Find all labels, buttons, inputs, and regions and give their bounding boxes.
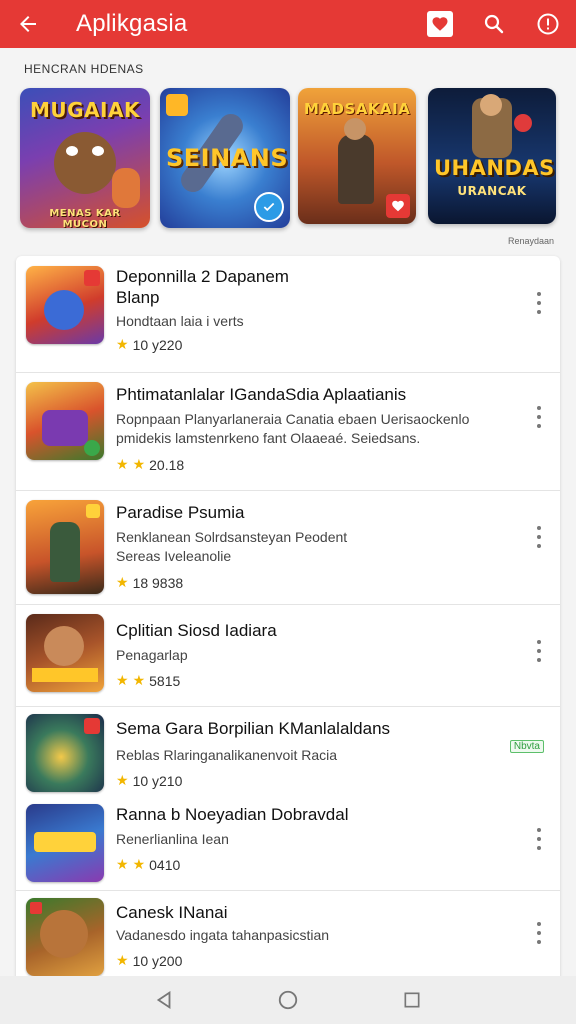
heart-badge-icon [427, 11, 453, 37]
app-name: Ranna b Noeyadian Dobravdal [116, 805, 349, 824]
featured-card-title: MUGAIAK [30, 98, 140, 122]
more-options-button[interactable] [532, 526, 546, 548]
rating-value: 10 y200 [132, 952, 183, 969]
list-item[interactable]: Ranna b Noeyadian Dobravdal Renerlianlin… [16, 798, 560, 891]
nav-back-button[interactable] [149, 985, 179, 1015]
app-rating: ★ ★ 20.18 [116, 456, 184, 473]
app-bar: Aplikgasia [0, 0, 576, 48]
app-name: Deponnilla 2 Dapanem Blanp [116, 267, 289, 307]
featured-card-subtitle: MENAS KAR MUCON [49, 208, 121, 228]
featured-card-4[interactable]: UHANDAS URANCAK [428, 88, 556, 224]
nav-home-button[interactable] [273, 985, 303, 1015]
more-options-button[interactable] [532, 640, 546, 662]
rating-value: 20.18 [149, 456, 185, 473]
app-rating: ★ 10 y220 [116, 336, 182, 353]
featured-card-title: SEINANS [166, 144, 289, 172]
featured-section-label: HENCRAN HDENAS [24, 62, 144, 76]
star-icon: ★ [116, 772, 129, 788]
list-item[interactable]: Phtimatanlalar IGandaSdia Aplaatianis Ro… [16, 372, 560, 491]
app-description: Ropnpaan Planyarlaneraia Canatia ebaen U… [116, 411, 470, 446]
nav-recent-button[interactable] [397, 985, 427, 1015]
nav-home-icon [278, 990, 298, 1010]
info-icon [537, 13, 559, 35]
app-name: Phtimatanlalar IGandaSdia Aplaatianis [116, 385, 407, 404]
app-description: Renerlianlina Iean [116, 831, 229, 847]
app-rating: ★ 18 9838 [116, 574, 183, 591]
system-nav-bar [0, 976, 576, 1024]
list-item[interactable]: Sema Gara Borpilian KManlalaldans Reblas… [16, 706, 560, 798]
featured-card-title: MADSAKAIA [304, 100, 411, 118]
app-thumbnail [26, 614, 104, 692]
app-rating: ★ ★ 0410 [116, 856, 180, 873]
nav-back-icon [156, 990, 171, 1010]
featured-card-1[interactable]: MUGAIAK MENAS KAR MUCON [20, 88, 150, 228]
app-name: Paradise Psumia [116, 503, 245, 522]
new-badge: Nbvta [509, 740, 544, 753]
back-arrow-icon [20, 16, 36, 32]
rating-value: 10 y220 [132, 336, 183, 353]
app-rating: ★ 10 y200 [116, 952, 182, 969]
rating-value: 5815 [149, 672, 181, 689]
heart-badge-icon [386, 194, 410, 218]
list-item[interactable]: Paradise Psumia Renklanean Solrdsansteya… [16, 490, 560, 605]
rating-value: 0410 [149, 856, 181, 873]
star-icon: ★ [132, 672, 146, 688]
search-button[interactable] [476, 6, 512, 42]
more-options-button[interactable] [532, 292, 546, 314]
star-icon: ★ [116, 672, 129, 688]
featured-carousel: MUGAIAK MENAS KAR MUCON SEINANS MADSAKAI… [18, 88, 558, 238]
star-icon: ★ [116, 574, 129, 590]
app-thumbnail [26, 714, 104, 792]
app-name: Canesk INanai [116, 903, 228, 922]
star-icon: ★ [116, 336, 129, 352]
app-rating: ★ 10 y210 [116, 772, 182, 789]
rating-value: 18 9838 [132, 574, 184, 591]
featured-more-link[interactable]: Renaydaan [508, 236, 554, 246]
app-thumbnail [26, 804, 104, 882]
star-icon: ★ [116, 456, 129, 472]
app-list: Deponnilla 2 Dapanem Blanp Hondtaan laia… [16, 256, 560, 982]
rating-value: 10 y210 [132, 772, 183, 789]
star-icon: ★ [132, 856, 146, 872]
featured-card-subtitle: URANCAK [457, 184, 527, 198]
verified-check-icon [254, 192, 284, 222]
more-options-button[interactable] [532, 922, 546, 944]
list-item[interactable]: Canesk INanai Vadanesdo ingata tahanpasi… [16, 890, 560, 982]
featured-card-3[interactable]: MADSAKAIA [298, 88, 416, 224]
app-thumbnail [26, 382, 104, 460]
back-button[interactable] [0, 0, 56, 48]
more-options-button[interactable] [532, 828, 546, 850]
more-options-button[interactable] [532, 406, 546, 428]
app-description: Penagarlap [116, 647, 188, 663]
favorite-button[interactable] [422, 6, 458, 42]
app-name: Cplitian Siosd Iadiara [116, 621, 277, 640]
app-thumbnail [26, 500, 104, 594]
star-icon: ★ [132, 456, 146, 472]
search-icon [484, 14, 504, 34]
app-name: Sema Gara Borpilian KManlalaldans [116, 719, 391, 738]
nav-recent-icon [404, 992, 420, 1008]
app-thumbnail [26, 898, 104, 976]
app-rating: ★ ★ 5815 [116, 672, 180, 689]
page-title: Aplikgasia [76, 10, 188, 37]
app-description: Hondtaan laia i verts [116, 313, 244, 329]
list-item[interactable]: Cplitian Siosd Iadiara Penagarlap ★ ★ 58… [16, 604, 560, 707]
star-icon: ★ [116, 856, 129, 872]
featured-card-2[interactable]: SEINANS [160, 88, 290, 228]
star-icon: ★ [116, 952, 129, 968]
list-item[interactable]: Deponnilla 2 Dapanem Blanp Hondtaan laia… [16, 256, 560, 373]
app-thumbnail [26, 266, 104, 344]
app-description: Vadanesdo ingata tahanpasicstian [116, 927, 330, 943]
app-description: Renklanean Solrdsansteyan Peodent Sereas… [116, 529, 348, 564]
featured-card-title: UHANDAS [434, 156, 555, 180]
info-button[interactable] [530, 6, 566, 42]
app-description: Reblas Rlaringanalikanenvoit Racia [116, 747, 338, 763]
